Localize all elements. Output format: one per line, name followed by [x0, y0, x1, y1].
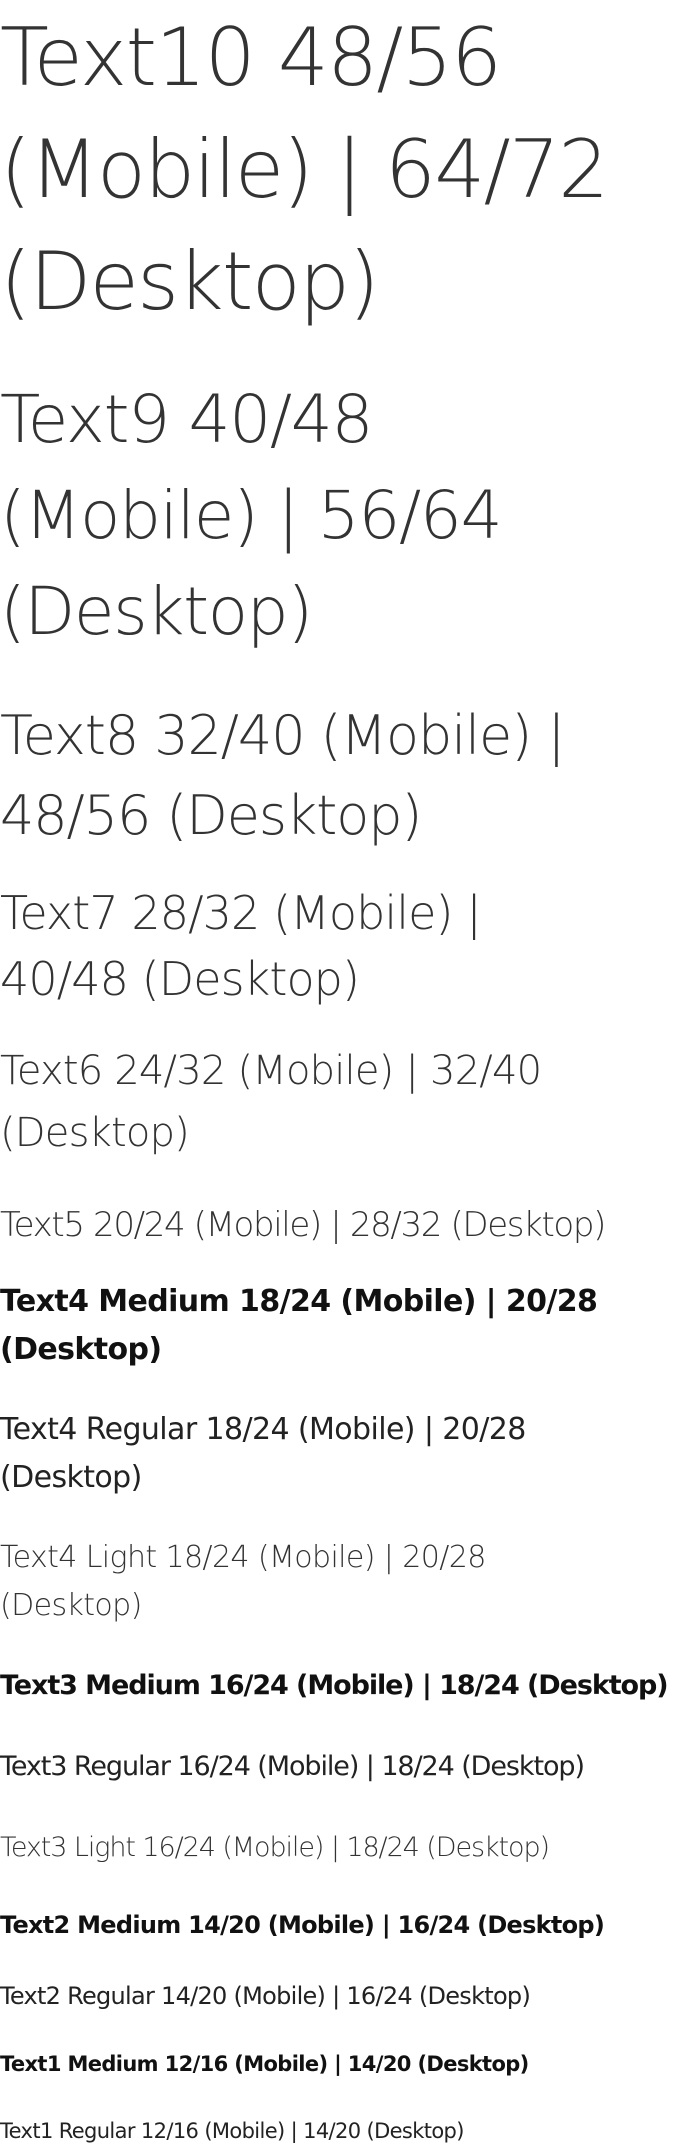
text9-specimen: Text9 40/48 (Mobile) | 56/64 (Desktop)	[0, 381, 503, 650]
text4-light-specimen: Text4 Light 18/24 (Mobile) | 20/28 (Desk…	[0, 1540, 486, 1623]
text7-specimen: Text7 28/32 (Mobile) | 40/48 (Desktop)	[0, 886, 482, 1006]
text4-medium-specimen: Text4 Medium 18/24 (Mobile) | 20/28 (Des…	[0, 1284, 598, 1367]
text3-medium-specimen: Text3 Medium 16/24 (Mobile) | 18/24 (Des…	[0, 1670, 669, 1701]
text1-medium-specimen: Text1 Medium 12/16 (Mobile) | 14/20 (Des…	[0, 2052, 529, 2076]
text8-specimen: Text8 32/40 (Mobile) | 48/56 (Desktop)	[0, 704, 565, 847]
text2-medium-specimen: Text2 Medium 14/20 (Mobile) | 16/24 (Des…	[0, 1911, 605, 1939]
text5-specimen: Text5 20/24 (Mobile) | 28/32 (Desktop)	[0, 1205, 606, 1245]
text4-regular-specimen: Text4 Regular 18/24 (Mobile) | 20/28 (De…	[0, 1412, 526, 1495]
text1-regular-specimen: Text1 Regular 12/16 (Mobile) | 14/20 (De…	[0, 2119, 464, 2143]
text10-specimen: Text10 48/56 (Mobile) | 64/72 (Desktop)	[0, 11, 609, 328]
text2-regular-specimen: Text2 Regular 14/20 (Mobile) | 16/24 (De…	[0, 1982, 531, 2010]
text6-specimen: Text6 24/32 (Mobile) | 32/40 (Desktop)	[0, 1048, 542, 1156]
text3-regular-specimen: Text3 Regular 16/24 (Mobile) | 18/24 (De…	[0, 1751, 585, 1782]
text3-light-specimen: Text3 Light 16/24 (Mobile) | 18/24 (Desk…	[0, 1832, 550, 1863]
